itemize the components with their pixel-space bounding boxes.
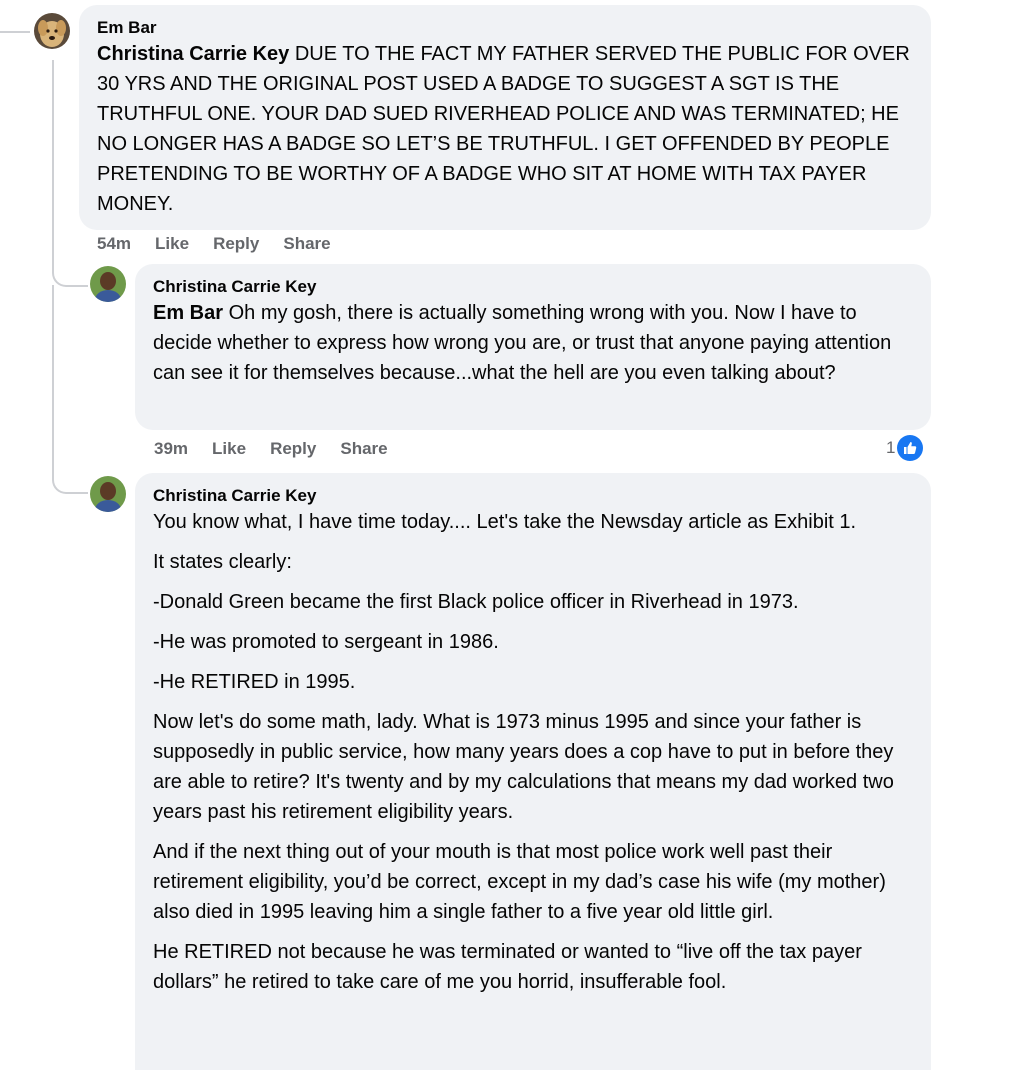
reply-button[interactable]: Reply bbox=[270, 439, 316, 459]
comment-paragraph: You know what, I have time today.... Let… bbox=[153, 511, 857, 533]
share-button[interactable]: Share bbox=[340, 439, 387, 459]
comment-body: Oh my gosh, there is actually something … bbox=[153, 302, 892, 384]
comment-text: Christina Carrie Key DUE TO THE FACT MY … bbox=[97, 39, 913, 219]
comment-paragraph: -He RETIRED in 1995. bbox=[153, 671, 356, 693]
mention-link[interactable]: Em Bar bbox=[153, 302, 223, 324]
avatar-christina[interactable] bbox=[90, 476, 126, 512]
comment-paragraph: -Donald Green became the first Black pol… bbox=[153, 591, 799, 613]
avatar-em-bar[interactable] bbox=[34, 13, 70, 49]
comment-author[interactable]: Em Bar bbox=[97, 17, 913, 39]
mention-link[interactable]: Christina Carrie Key bbox=[97, 43, 289, 65]
comment-bubble: Em Bar Christina Carrie Key DUE TO THE F… bbox=[79, 5, 931, 230]
timestamp[interactable]: 39m bbox=[154, 439, 188, 459]
comment-paragraph: Now let's do some math, lady. What is 19… bbox=[153, 711, 894, 823]
comment-body: DUE TO THE FACT MY FATHER SERVED THE PUB… bbox=[97, 43, 910, 215]
share-button[interactable]: Share bbox=[283, 234, 330, 254]
like-button[interactable]: Like bbox=[212, 439, 246, 459]
avatar-christina[interactable] bbox=[90, 266, 126, 302]
comment-text: Em Bar Oh my gosh, there is actually som… bbox=[153, 298, 913, 388]
comment-bubble: Christina Carrie Key Em Bar Oh my gosh, … bbox=[135, 264, 931, 430]
timestamp[interactable]: 54m bbox=[97, 234, 131, 254]
thumbs-up-icon bbox=[897, 435, 924, 461]
comment-paragraph: He RETIRED not because he was terminated… bbox=[153, 941, 862, 993]
thread-line bbox=[52, 285, 88, 494]
thread-line bbox=[0, 31, 30, 33]
comment-paragraph: -He was promoted to sergeant in 1986. bbox=[153, 631, 499, 653]
reaction-count: 1 bbox=[886, 438, 896, 457]
comment-actions: 54m Like Reply Share bbox=[97, 234, 355, 254]
comment-actions: 39m Like Reply Share bbox=[154, 439, 412, 459]
comment-author[interactable]: Christina Carrie Key bbox=[153, 276, 913, 298]
reply-button[interactable]: Reply bbox=[213, 234, 259, 254]
comment-bubble: Christina Carrie Key You know what, I ha… bbox=[135, 473, 931, 1070]
comment-paragraph: And if the next thing out of your mouth … bbox=[153, 841, 886, 923]
comment-paragraph: It states clearly: bbox=[153, 551, 292, 573]
like-button[interactable]: Like bbox=[155, 234, 189, 254]
reaction-summary[interactable]: 1 bbox=[886, 435, 924, 461]
comment-author[interactable]: Christina Carrie Key bbox=[153, 485, 913, 507]
